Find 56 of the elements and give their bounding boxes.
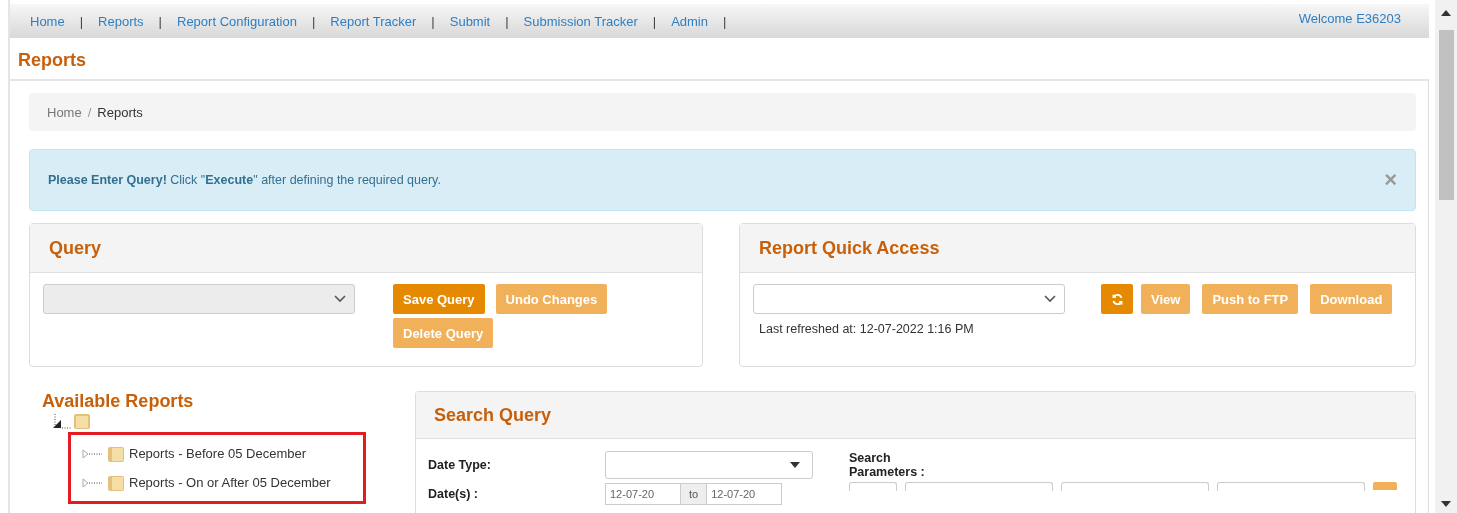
close-button[interactable]: × xyxy=(1384,169,1397,191)
last-refreshed-text: Last refreshed at: 12-07-2022 1:16 PM xyxy=(758,322,975,336)
folder-icon xyxy=(107,444,125,463)
section-title: Available Reports xyxy=(42,391,195,412)
breadcrumb-separator: / xyxy=(87,104,92,120)
breadcrumb-link[interactable]: Home xyxy=(47,104,82,120)
date-type-select[interactable] xyxy=(605,451,813,479)
date-from-field[interactable]: 12-07-20 xyxy=(605,483,681,505)
parameter-field[interactable] xyxy=(1061,482,1209,491)
scroll-down-icon[interactable] xyxy=(1441,501,1451,507)
nav-separator: | xyxy=(311,13,316,29)
nav-separator: | xyxy=(652,13,657,29)
query-button[interactable]: Save Query xyxy=(393,284,485,314)
chevron-icon xyxy=(1044,295,1056,303)
nav-link[interactable]: Submit xyxy=(449,13,491,29)
field-label: Search Parameters : xyxy=(849,451,926,479)
field-label: Date(s) : xyxy=(428,487,479,501)
panel-title: Query xyxy=(49,237,102,259)
nav-separator: | xyxy=(158,13,162,29)
nav-link[interactable]: Submission Tracker xyxy=(523,13,638,29)
alert-message: Please Enter Query! Click "Execute" after defining the required query. xyxy=(48,173,442,187)
scrollbar[interactable] xyxy=(1435,0,1457,513)
parameter-field[interactable] xyxy=(1217,482,1365,491)
page-title: Reports xyxy=(17,49,87,72)
parameter-field[interactable] xyxy=(849,482,897,491)
report-select[interactable] xyxy=(753,284,1065,314)
refresh-icon xyxy=(1110,292,1124,306)
folder-icon xyxy=(107,473,125,492)
nav-link[interactable]: Report Tracker xyxy=(330,13,417,29)
panel-title: Report Quick Access xyxy=(759,237,940,259)
welcome-text: Welcome E36203 xyxy=(1298,11,1401,26)
field-label: Date Type: xyxy=(428,458,492,472)
caret-icon xyxy=(790,462,800,468)
nav-link[interactable]: Home xyxy=(30,13,65,29)
nav-link[interactable]: Admin xyxy=(671,13,708,29)
tree-item[interactable]: Reports - Before 05 December xyxy=(129,446,307,461)
panel-title: Search Query xyxy=(434,404,552,426)
nav-separator: | xyxy=(79,13,84,29)
date-to-field[interactable]: 12-07-20 xyxy=(706,483,783,505)
expanded-triangle-icon[interactable] xyxy=(51,414,73,430)
refresh-button[interactable] xyxy=(1101,284,1133,314)
folder-icon xyxy=(73,412,91,430)
nav-separator: | xyxy=(431,13,435,29)
date-range-addon: to xyxy=(681,483,707,505)
parameter-field[interactable] xyxy=(905,482,1053,491)
nav-link[interactable]: Reports xyxy=(98,13,144,29)
tree-item[interactable]: Reports - On or After 05 December xyxy=(129,475,331,490)
nav-separator: | xyxy=(505,13,509,29)
chevron-icon xyxy=(334,295,346,303)
nav-separator: | xyxy=(723,13,727,29)
scrollbar-thumb[interactable] xyxy=(1438,30,1454,200)
query-select[interactable] xyxy=(43,284,355,314)
nav-link[interactable]: Report Configuration xyxy=(177,13,297,29)
scroll-up-icon[interactable] xyxy=(1441,10,1451,16)
breadcrumb-link[interactable]: Reports xyxy=(97,104,143,120)
add-parameter-button[interactable] xyxy=(1373,482,1397,490)
